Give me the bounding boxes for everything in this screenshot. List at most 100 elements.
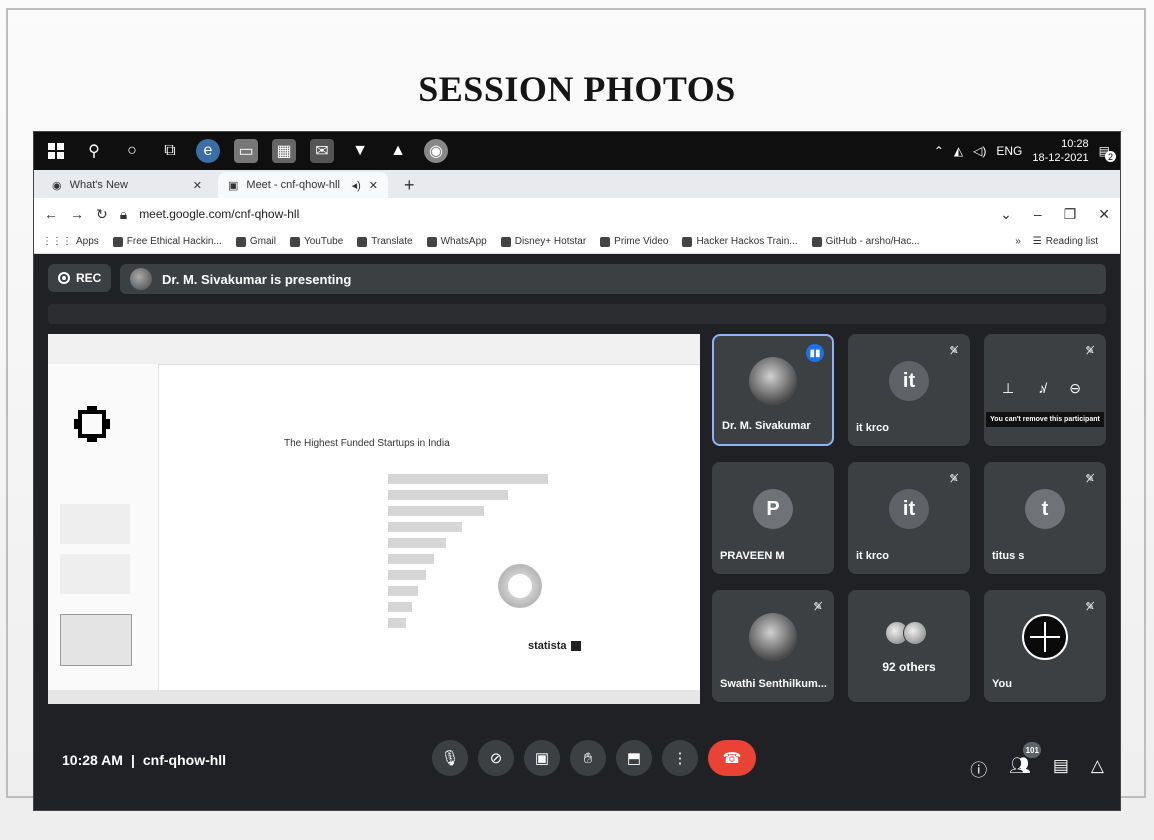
participant-count-badge: 101 — [1023, 742, 1042, 758]
language-indicator[interactable]: ENG — [996, 144, 1022, 158]
notification-count: 2 — [1105, 151, 1116, 162]
github-icon — [811, 236, 822, 247]
store-icon[interactable]: ▦ — [272, 139, 296, 163]
presenting-text: Dr. M. Sivakumar is presenting — [162, 271, 352, 287]
mic-off-icon: ✎̸ — [1085, 472, 1095, 485]
window-controls: ⌄ – ❐ ✕ — [1000, 206, 1110, 223]
bookmark-item[interactable]: Free Ethical Hackin... — [112, 236, 222, 247]
restore-button[interactable]: ❐ — [1064, 206, 1077, 223]
bookmark-item[interactable]: Translate — [357, 236, 413, 247]
minimize-button[interactable]: – — [1034, 206, 1042, 223]
thumbnail[interactable] — [60, 504, 130, 544]
pin-icon[interactable]: ⊥ — [1002, 380, 1014, 397]
reading-list[interactable]: ☰ Reading list — [1033, 236, 1098, 247]
recording-badge[interactable]: REC — [48, 264, 112, 292]
vlc-icon[interactable]: ▲ — [386, 139, 410, 163]
site-icon — [682, 236, 693, 247]
search-icon[interactable]: ⚲ — [82, 139, 106, 163]
bookmark-item[interactable]: Disney+ Hotstar — [500, 236, 586, 247]
windows-icon[interactable] — [44, 139, 68, 163]
hotstar-icon — [500, 236, 511, 247]
avatar — [1022, 614, 1068, 661]
meet-window: REC Dr. M. Sivakumar is presenting The H… — [34, 254, 1120, 810]
mic-toggle-button[interactable]: 🎙︎ — [432, 740, 468, 776]
close-icon[interactable]: ✕ — [369, 179, 378, 192]
participant-tile[interactable]: ✎̸ ⊥ ♪̸ ⊖ You can't remove this particip… — [984, 334, 1106, 446]
present-button[interactable]: ⬒ — [616, 740, 652, 776]
task-view-icon[interactable]: ⧉ — [158, 139, 182, 163]
tab-whats-new[interactable]: ◉ What's New ✕ — [42, 172, 212, 198]
bookmark-item[interactable]: Prime Video — [600, 236, 668, 247]
tab-search-icon[interactable]: ⌄ — [1000, 206, 1012, 223]
tile-hover-actions: ⊥ ♪̸ ⊖ — [1002, 380, 1081, 397]
participant-tile[interactable]: ✎̸ You — [984, 590, 1106, 702]
back-icon[interactable]: ← — [44, 206, 58, 222]
participant-tile[interactable]: it ✎̸ it krco — [848, 462, 970, 574]
present-icon: ⬒ — [626, 750, 642, 767]
participant-tile[interactable]: P PRAVEEN M — [712, 462, 834, 574]
more-options-button[interactable]: ⋮ — [662, 740, 698, 776]
audio-icon[interactable]: ◂) — [352, 179, 361, 192]
chat-icon[interactable]: ▤ — [1053, 756, 1069, 781]
others-avatars — [885, 620, 927, 645]
leave-call-button[interactable]: ☎ — [708, 740, 756, 776]
lock-icon[interactable]: 🔒︎ — [120, 206, 127, 223]
brave-icon[interactable]: ▼ — [348, 139, 372, 163]
url-field[interactable]: meet.google.com/cnf-qhow-hll — [139, 207, 1000, 221]
banner-strip — [48, 304, 1106, 324]
thumbnail[interactable] — [60, 554, 130, 594]
bookmark-item[interactable]: YouTube — [289, 236, 343, 247]
info-icon[interactable]: ⓘ — [970, 756, 987, 781]
bookmark-item[interactable]: Hacker Hackos Train... — [682, 236, 798, 247]
chart-bar — [388, 602, 412, 612]
edge-icon[interactable]: e — [196, 139, 220, 163]
network-icon[interactable]: ◭ — [954, 144, 963, 158]
chart-title: The Highest Funded Startups in India — [284, 438, 450, 449]
participant-tile[interactable]: 92 others — [848, 590, 970, 702]
clock[interactable]: 10:28 18-12-2021 — [1032, 137, 1088, 165]
remove-icon[interactable]: ⊖ — [1069, 380, 1081, 397]
close-window-button[interactable]: ✕ — [1098, 206, 1110, 223]
bookmark-item[interactable]: GitHub - arsho/Hac... — [811, 236, 920, 247]
people-icon: 👥︎ — [1009, 756, 1031, 775]
chart-bar — [388, 522, 462, 532]
statista-icon — [570, 641, 581, 651]
meeting-info: 10:28 AM | cnf-qhow-hll — [62, 752, 226, 768]
chevron-up-icon[interactable]: ⌃ — [934, 144, 944, 158]
explorer-icon[interactable]: ▭ — [234, 139, 258, 163]
participant-tile[interactable]: ▮▮ Dr. M. Sivakumar — [712, 334, 834, 446]
notification-icon[interactable]: ▤ 2 — [1099, 144, 1116, 162]
mic-off-icon: ✎̸ — [1085, 600, 1095, 613]
participant-tile[interactable]: ✎̸ Swathi Senthilkum... — [712, 590, 834, 702]
participant-tile[interactable]: it ✎̸ it krco — [848, 334, 970, 446]
bookmarks-bar: ⋮⋮⋮ Apps Free Ethical Hackin... Gmail You… — [34, 230, 1120, 254]
gmail-icon — [235, 236, 246, 247]
mail-icon[interactable]: ✉ — [310, 139, 334, 163]
close-icon[interactable]: ✕ — [193, 179, 202, 192]
mic-off-icon: ✎̸ — [949, 472, 959, 485]
forward-icon[interactable]: → — [70, 206, 84, 222]
captions-button[interactable]: ▣ — [524, 740, 560, 776]
bookmark-item[interactable]: Gmail — [235, 236, 276, 247]
new-tab-button[interactable]: + — [394, 172, 425, 198]
bookmark-apps[interactable]: ⋮⋮⋮ Apps — [42, 236, 99, 247]
camera-off-icon: ⊘ — [489, 750, 503, 767]
volume-icon[interactable]: ◁) — [973, 144, 986, 158]
chart-bar — [388, 586, 418, 596]
mute-icon[interactable]: ♪̸ — [1038, 380, 1045, 397]
participant-tile[interactable]: t ✎̸ titus s — [984, 462, 1106, 574]
youtube-icon — [289, 236, 300, 247]
cortana-icon[interactable]: ○ — [120, 139, 144, 163]
avatar: it — [889, 361, 929, 402]
bookmark-item[interactable]: WhatsApp — [426, 236, 487, 247]
system-tray: ⌃ ◭ ◁) ENG 10:28 18-12-2021 ▤ 2 — [934, 137, 1116, 165]
raise-hand-button[interactable]: ✋︎ — [570, 740, 606, 776]
people-button[interactable]: 👥︎ 101 — [1009, 742, 1042, 781]
chrome-icon[interactable]: ◉ — [424, 139, 448, 163]
reload-icon[interactable]: ↻ — [96, 206, 108, 223]
camera-toggle-button[interactable]: ⊘ — [478, 740, 514, 776]
more-bookmarks-icon[interactable]: » — [1015, 236, 1021, 247]
tab-meet[interactable]: ▣ Meet - cnf-qhow-hll ◂) ✕ — [218, 172, 388, 198]
thumbnail[interactable] — [60, 614, 132, 666]
activities-icon[interactable]: △ — [1091, 756, 1104, 781]
